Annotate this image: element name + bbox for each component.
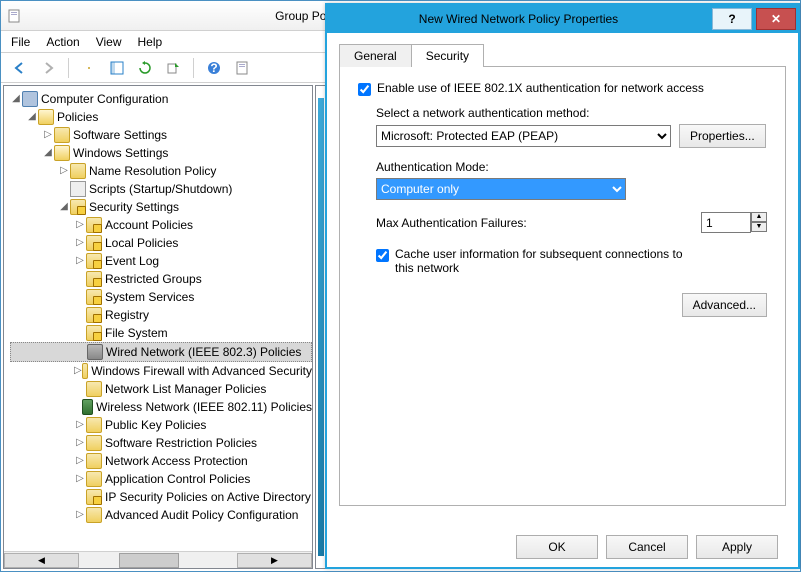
scroll-left-button[interactable]: ◀ — [4, 553, 79, 568]
forward-button[interactable] — [37, 57, 59, 79]
advanced-button[interactable]: Advanced... — [682, 293, 767, 317]
tree-name-resolution[interactable]: ▷Name Resolution Policy — [10, 162, 312, 180]
auth-mode-select[interactable]: Computer only — [376, 178, 626, 200]
cache-info-checkbox[interactable] — [376, 249, 389, 262]
splitter-indicator — [318, 98, 324, 556]
tree-security-settings[interactable]: ◢Security Settings — [10, 198, 312, 216]
tree-policies[interactable]: ◢Policies — [10, 108, 312, 126]
menu-file[interactable]: File — [11, 35, 30, 49]
show-hide-tree-button[interactable] — [106, 57, 128, 79]
menu-action[interactable]: Action — [46, 35, 79, 49]
tree-ipsec[interactable]: IP Security Policies on Active Directory — [10, 488, 312, 506]
apply-button[interactable]: Apply — [696, 535, 778, 559]
dialog-close-button[interactable]: ✕ — [756, 8, 796, 30]
scroll-thumb[interactable] — [119, 553, 179, 568]
svg-text:?: ? — [210, 61, 217, 75]
cancel-button[interactable]: Cancel — [606, 535, 688, 559]
scroll-right-button[interactable]: ▶ — [237, 553, 312, 568]
tree-wireless-network[interactable]: Wireless Network (IEEE 802.11) Policies — [10, 398, 312, 416]
dialog-title: New Wired Network Policy Properties — [327, 12, 710, 26]
app-icon — [7, 8, 23, 24]
tree-restricted-groups[interactable]: Restricted Groups — [10, 270, 312, 288]
tree-windows-firewall[interactable]: ▷Windows Firewall with Advanced Security — [10, 362, 312, 380]
tree-account-policies[interactable]: ▷Account Policies — [10, 216, 312, 234]
help-button[interactable]: ? — [203, 57, 225, 79]
tree-netlist[interactable]: Network List Manager Policies — [10, 380, 312, 398]
up-button[interactable] — [78, 57, 100, 79]
cache-info-label: Cache user information for subsequent co… — [395, 247, 695, 275]
tree-nap[interactable]: ▷Network Access Protection — [10, 452, 312, 470]
max-fail-spinner[interactable]: ▲ ▼ — [701, 212, 767, 233]
properties-dialog: New Wired Network Policy Properties ? ✕ … — [325, 3, 800, 569]
tree-software-settings[interactable]: ▷Software Settings — [10, 126, 312, 144]
menu-view[interactable]: View — [96, 35, 122, 49]
tree-pane[interactable]: ◢Computer Configuration ◢Policies ▷Softw… — [3, 85, 313, 569]
back-button[interactable] — [9, 57, 31, 79]
ok-button[interactable]: OK — [516, 535, 598, 559]
tree-local-policies[interactable]: ▷Local Policies — [10, 234, 312, 252]
tab-security[interactable]: Security — [411, 44, 484, 67]
enable-8021x-checkbox[interactable] — [358, 83, 371, 96]
tree-public-key[interactable]: ▷Public Key Policies — [10, 416, 312, 434]
max-fail-input[interactable] — [701, 212, 751, 233]
dialog-help-button[interactable]: ? — [712, 8, 752, 30]
export-button[interactable] — [162, 57, 184, 79]
tree-scripts[interactable]: Scripts (Startup/Shutdown) — [10, 180, 312, 198]
tab-content-security: Enable use of IEEE 802.1X authentication… — [339, 66, 786, 506]
properties-button[interactable] — [231, 57, 253, 79]
max-fail-label: Max Authentication Failures: — [376, 216, 527, 230]
refresh-button[interactable] — [134, 57, 156, 79]
tree-registry[interactable]: Registry — [10, 306, 312, 324]
menu-help[interactable]: Help — [138, 35, 163, 49]
tree-event-log[interactable]: ▷Event Log — [10, 252, 312, 270]
method-properties-button[interactable]: Properties... — [679, 124, 766, 148]
tree-wired-network[interactable]: Wired Network (IEEE 802.3) Policies — [10, 342, 312, 362]
tree-app-control[interactable]: ▷Application Control Policies — [10, 470, 312, 488]
auth-mode-label: Authentication Mode: — [376, 160, 767, 174]
select-method-label: Select a network authentication method: — [376, 106, 767, 120]
tree-system-services[interactable]: System Services — [10, 288, 312, 306]
spin-down-button[interactable]: ▼ — [751, 222, 767, 232]
tree-file-system[interactable]: File System — [10, 324, 312, 342]
tree-software-restriction[interactable]: ▷Software Restriction Policies — [10, 434, 312, 452]
tree-root[interactable]: ◢Computer Configuration — [10, 90, 312, 108]
tree-h-scrollbar[interactable]: ◀ ▶ — [4, 551, 312, 568]
tree-advanced-audit[interactable]: ▷Advanced Audit Policy Configuration — [10, 506, 312, 524]
spin-up-button[interactable]: ▲ — [751, 212, 767, 222]
dialog-titlebar: New Wired Network Policy Properties ? ✕ — [327, 5, 798, 33]
auth-method-select[interactable]: Microsoft: Protected EAP (PEAP) — [376, 125, 671, 147]
tab-general[interactable]: General — [339, 44, 412, 67]
enable-8021x-label: Enable use of IEEE 802.1X authentication… — [377, 81, 704, 95]
tree-windows-settings[interactable]: ◢Windows Settings — [10, 144, 312, 162]
